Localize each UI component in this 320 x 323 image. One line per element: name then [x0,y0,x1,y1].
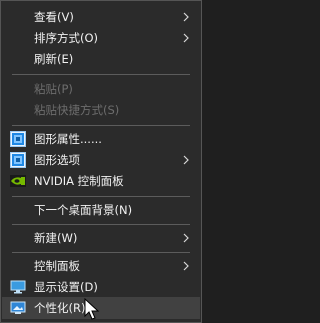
desktop-context-menu: 查看(V) 排序方式(O) 刷新(E) 粘贴(P) 粘贴快捷方式(S) 图形属性… [0,0,202,323]
menu-item-graphics-properties-label: 图形属性...... [34,132,102,146]
menu-item-paste-shortcut[interactable]: 粘贴快捷方式(S) [2,99,200,121]
chevron-right-icon [183,233,189,243]
menu-item-paste-label: 粘贴(P) [34,82,73,96]
chevron-right-icon [183,155,189,165]
menu-item-display-settings[interactable]: 显示设置(D) [2,276,200,298]
menu-item-sort-by-label: 排序方式(O) [34,31,99,45]
menu-item-view-label: 查看(V) [34,10,74,24]
menu-separator [12,224,190,225]
menu-item-paste-shortcut-label: 粘贴快捷方式(S) [34,103,120,117]
chevron-right-icon [183,33,189,43]
menu-item-graphics-options[interactable]: 图形选项 [2,149,200,171]
mouse-pointer-icon [84,298,100,320]
chevron-right-icon [183,12,189,22]
menu-item-new[interactable]: 新建(W) [2,227,200,249]
menu-separator [12,196,190,197]
display-settings-icon [10,280,26,294]
menu-item-nvidia-control-panel[interactable]: NVIDIA 控制面板 [2,170,200,192]
intel-graphics-icon [10,152,26,168]
menu-item-control-panel-label: 控制面板 [34,259,80,273]
menu-item-refresh[interactable]: 刷新(E) [2,48,200,70]
menu-item-next-desktop-background-label: 下一个桌面背景(N) [34,203,133,217]
menu-separator [12,125,190,126]
menu-item-control-panel[interactable]: 控制面板 [2,255,200,277]
menu-separator [12,74,190,75]
menu-separator [12,252,190,253]
nvidia-icon [10,175,26,187]
menu-item-new-label: 新建(W) [34,231,78,245]
menu-item-personalize-label: 个性化(R) [34,301,86,315]
menu-item-refresh-label: 刷新(E) [34,52,74,66]
menu-item-nvidia-control-panel-label: NVIDIA 控制面板 [34,174,124,188]
menu-item-graphics-properties[interactable]: 图形属性...... [2,128,200,150]
menu-item-view[interactable]: 查看(V) [2,6,200,28]
menu-item-sort-by[interactable]: 排序方式(O) [2,27,200,49]
chevron-right-icon [183,261,189,271]
personalize-icon [10,301,26,314]
intel-graphics-icon [10,131,26,147]
menu-item-display-settings-label: 显示设置(D) [34,280,98,294]
menu-item-next-desktop-background[interactable]: 下一个桌面背景(N) [2,199,200,221]
menu-item-paste[interactable]: 粘贴(P) [2,78,200,100]
menu-item-graphics-options-label: 图形选项 [34,153,80,167]
